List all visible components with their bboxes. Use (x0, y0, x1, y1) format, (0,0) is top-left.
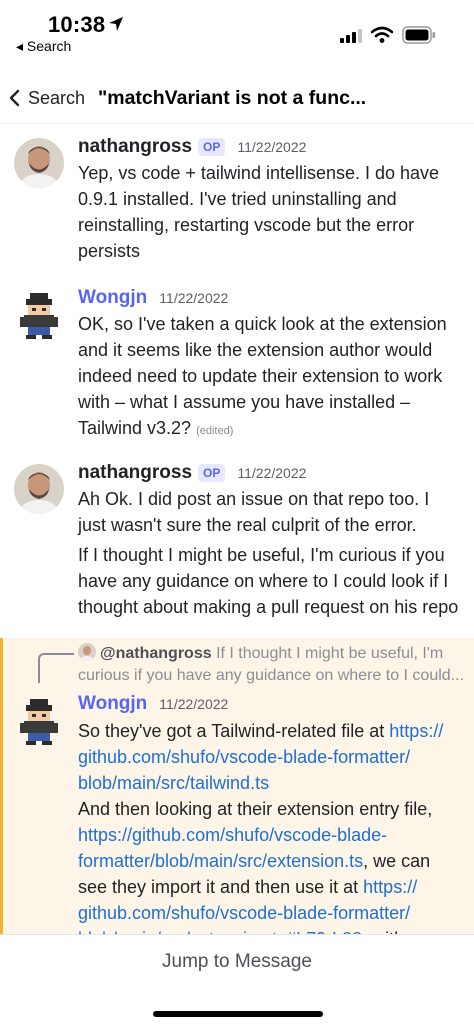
message-line: formatter/blob/main/src/extension.ts, we… (78, 848, 470, 874)
message-line: Ah Ok. I did post an issue on that repo … (78, 489, 430, 509)
message-header: Wongjn 11/22/2022 (78, 287, 228, 309)
timestamp: 11/22/2022 (159, 290, 229, 306)
author-name[interactable]: Wongjn (78, 287, 147, 309)
avatar-wongjn[interactable] (14, 695, 64, 745)
reply-author: @nathangross (100, 645, 212, 662)
link[interactable]: https:// (389, 721, 443, 741)
message-line: just wasn't sure the real culprit of the… (78, 515, 417, 535)
message-line: and it seems like the extension author w… (78, 340, 433, 360)
reply-connector (38, 653, 74, 683)
jump-to-message-button[interactable]: Jump to Message (0, 951, 474, 973)
location-arrow-icon (109, 17, 123, 31)
link[interactable]: formatter/blob/main/src/extension.ts (78, 851, 363, 871)
edited-label: (edited) (196, 425, 234, 437)
home-indicator[interactable] (153, 1011, 323, 1017)
message-line: have any guidance on where to I could lo… (78, 571, 449, 591)
message-line: And then looking at their extension entr… (78, 799, 433, 819)
message-line: reinstalling, restarting vscode but the … (78, 215, 415, 235)
author-name[interactable]: nathangross (78, 136, 192, 158)
message-line: 0.9.1 installed. I've tried uninstalling… (78, 189, 397, 209)
reply-snippet: If I thought I might be useful, I'm (216, 645, 444, 662)
message-line: Yep, vs code + tailwind intellisense. I … (78, 163, 440, 183)
link[interactable]: github.com/shufo/vscode-blade-formatter/ (78, 900, 470, 926)
message-body: If I thought I might be useful, I'm curi… (78, 542, 470, 620)
link[interactable]: github.com/shufo/vscode-blade-formatter/ (78, 744, 470, 770)
avatar-wongjn[interactable] (14, 289, 64, 339)
link[interactable]: https:// (363, 877, 417, 897)
message-body: Yep, vs code + tailwind intellisense. I … (78, 160, 470, 264)
thread-header: Search "matchVariant is not a func... (0, 72, 474, 124)
link[interactable]: blob/main/src/tailwind.ts (78, 770, 470, 796)
op-badge: OP (198, 138, 226, 156)
message-line: So they've got a Tailwind-related file a… (78, 718, 470, 744)
reply-line: @nathangross If I thought I might be use… (78, 643, 468, 665)
message-line: see they import it and then use it at ht… (78, 874, 470, 900)
message-line: If I thought I might be useful, I'm curi… (78, 545, 445, 565)
reply-snippet-line: curious if you have any guidance on wher… (78, 667, 465, 684)
message-body: Ah Ok. I did post an issue on that repo … (78, 486, 470, 538)
message-line: Tailwind v3.2? (edited) (78, 415, 470, 444)
op-badge: OP (198, 464, 226, 482)
timestamp: 11/22/2022 (159, 696, 229, 712)
chevron-left-icon (9, 89, 20, 107)
message-line: OK, so I've taken a quick look at the ex… (78, 314, 447, 334)
message-line: indeed need to update their extension to… (78, 366, 443, 386)
message-header: Wongjn 11/22/2022 (78, 693, 228, 715)
status-time: 10:38 (48, 12, 106, 37)
signal-icon (340, 29, 362, 43)
message-header: nathangross OP 11/22/2022 (78, 136, 306, 158)
message-line: with – what I assume you have installed … (78, 392, 411, 412)
message-text: So they've got a Tailwind-related file a… (78, 721, 390, 741)
author-name[interactable]: nathangross (78, 462, 192, 484)
wifi-icon (371, 26, 393, 43)
timestamp: 11/22/2022 (237, 139, 307, 155)
author-name[interactable]: Wongjn (78, 693, 147, 715)
back-to-app-link[interactable]: ◂ Search (16, 38, 71, 55)
message-text: , we can (363, 851, 431, 871)
message-text: Tailwind v3.2? (78, 418, 192, 438)
message-line: thought about making a pull request on h… (78, 597, 459, 617)
reply-avatar (78, 643, 96, 661)
avatar-nathangross[interactable] (14, 138, 64, 188)
battery-icon (402, 26, 435, 44)
thread-title: "matchVariant is not a func... (98, 87, 367, 109)
message-header: nathangross OP 11/22/2022 (78, 462, 306, 484)
message-body: OK, so I've taken a quick look at the ex… (78, 311, 470, 444)
back-label: Search (28, 87, 86, 108)
timestamp: 11/22/2022 (237, 465, 307, 481)
avatar-nathangross[interactable] (14, 464, 64, 514)
reply-reference[interactable]: @nathangross If I thought I might be use… (78, 643, 468, 687)
status-bar: 10:38 ◂ Search (0, 0, 474, 60)
link[interactable]: https://github.com/shufo/vscode-blade- (78, 822, 470, 848)
message-text: see they import it and then use it at (78, 877, 364, 897)
message-line: persists (78, 241, 141, 261)
message-body: So they've got a Tailwind-related file a… (78, 718, 470, 952)
back-button[interactable]: Search (8, 84, 85, 112)
